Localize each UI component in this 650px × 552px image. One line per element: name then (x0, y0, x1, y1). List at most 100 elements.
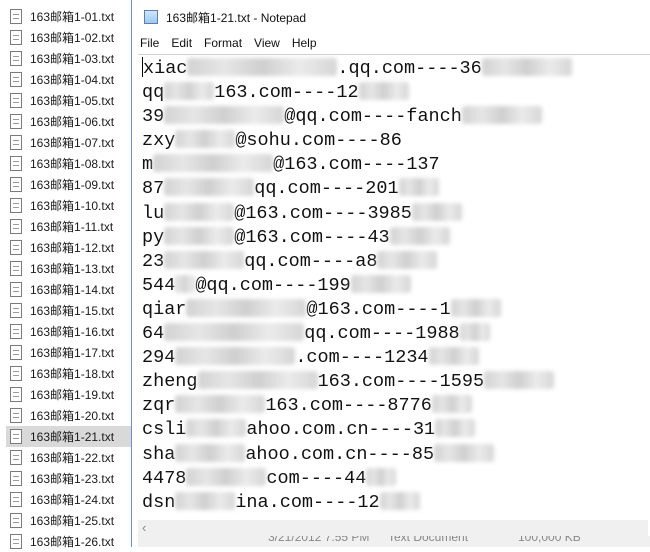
text-file-icon (10, 9, 22, 24)
menu-edit[interactable]: Edit (165, 36, 198, 50)
line-suffix: qq.com----a8 (244, 250, 378, 272)
text-file-icon (10, 93, 22, 108)
file-name: 163邮箱1-24.txt (30, 493, 115, 507)
redacted-text (350, 274, 411, 293)
file-item[interactable]: 163邮箱1-13.txt (6, 258, 132, 279)
redacted-text (435, 419, 476, 438)
redacted-text (389, 226, 450, 245)
text-file-icon (10, 135, 22, 150)
file-item[interactable]: 163邮箱1-08.txt (6, 153, 132, 174)
file-name: 163邮箱1-16.txt (30, 325, 115, 339)
file-item[interactable]: 163邮箱1-03.txt (6, 48, 132, 69)
file-item[interactable]: 163邮箱1-11.txt (6, 216, 132, 237)
notepad-window: 163邮箱1-21.txt - Notepad File Edit Format… (131, 0, 650, 547)
text-line: zxy @sohu.com----86 (138, 129, 650, 153)
redacted-text (175, 395, 266, 414)
file-item[interactable]: 163邮箱1-12.txt (6, 237, 132, 258)
file-item[interactable]: 163邮箱1-18.txt (6, 363, 132, 384)
file-item[interactable]: 163邮箱1-01.txt (6, 6, 132, 27)
file-item[interactable]: 163邮箱1-23.txt (6, 468, 132, 489)
file-name: 163邮箱1-10.txt (30, 199, 115, 213)
status-date: 3/21/2012 7:55 PM (268, 536, 370, 544)
window-title: 163邮箱1-21.txt - Notepad (166, 10, 307, 25)
line-suffix: .com----1234 (295, 347, 429, 369)
file-name: 163邮箱1-08.txt (30, 157, 115, 171)
file-item[interactable]: 163邮箱1-17.txt (6, 342, 132, 363)
line-prefix: 4478 (142, 467, 187, 489)
line-suffix: com----44 (266, 467, 367, 489)
file-item[interactable]: 163邮箱1-05.txt (6, 90, 132, 111)
line-prefix: m (142, 154, 154, 176)
menu-help[interactable]: Help (286, 36, 323, 50)
line-suffix: @qq.com----199 (195, 274, 351, 296)
line-suffix: ahoo.com.cn----85 (245, 443, 435, 465)
text-line: qq 163.com----12 (138, 81, 650, 105)
text-line: sha ahoo.com.cn----85 (138, 443, 650, 467)
file-item[interactable]: 163邮箱1-24.txt (6, 489, 132, 510)
file-item[interactable]: 163邮箱1-21.txt (6, 426, 132, 447)
text-file-icon (10, 282, 22, 297)
redacted-text (164, 202, 235, 221)
file-item[interactable]: 163邮箱1-10.txt (6, 195, 132, 216)
redacted-text (164, 178, 255, 197)
text-editor[interactable]: xiac .qq.com----36 qq 163.com----12 39 @qq.co… (138, 54, 650, 526)
file-name: 163邮箱1-01.txt (30, 10, 115, 24)
file-name: 163邮箱1-14.txt (30, 283, 115, 297)
file-item[interactable]: 163邮箱1-20.txt (6, 405, 132, 426)
status-type: Text Document (388, 536, 469, 544)
file-name: 163邮箱1-18.txt (30, 367, 115, 381)
file-item[interactable]: 163邮箱1-25.txt (6, 510, 132, 531)
file-item[interactable]: 163邮箱1-14.txt (6, 279, 132, 300)
line-suffix: @sohu.com----86 (235, 130, 402, 152)
redacted-text (153, 154, 274, 173)
text-file-icon (10, 177, 22, 192)
redacted-text (186, 298, 307, 317)
menu-view[interactable]: View (248, 36, 286, 50)
text-file-icon (10, 156, 22, 171)
file-item[interactable]: 163邮箱1-09.txt (6, 174, 132, 195)
file-item[interactable]: 163邮箱1-16.txt (6, 321, 132, 342)
redacted-text (197, 371, 318, 390)
text-file-icon (10, 51, 22, 66)
text-line: 64 qq.com----1988 (138, 322, 650, 346)
file-item[interactable]: 163邮箱1-15.txt (6, 300, 132, 321)
line-prefix: qq (142, 82, 165, 104)
file-item[interactable]: 163邮箱1-07.txt (6, 132, 132, 153)
text-file-icon (10, 303, 22, 318)
redacted-text (461, 106, 542, 125)
file-name: 163邮箱1-04.txt (30, 73, 115, 87)
line-suffix: @163.com----137 (273, 154, 440, 176)
status-strip: 3/21/2012 7:55 PM Text Document 100,000 … (138, 536, 650, 547)
file-item[interactable]: 163邮箱1-19.txt (6, 384, 132, 405)
scroll-left-icon[interactable]: ‹ (142, 520, 146, 535)
menu-format[interactable]: Format (198, 36, 248, 50)
text-line: 87 qq.com----201 (138, 177, 650, 201)
line-prefix: csli (142, 419, 187, 441)
file-item[interactable]: 163邮箱1-04.txt (6, 69, 132, 90)
file-item[interactable]: 163邮箱1-02.txt (6, 27, 132, 48)
line-prefix: xiac (143, 58, 188, 79)
text-line: 294 .com----1234 (138, 346, 650, 370)
file-item[interactable]: 163邮箱1-22.txt (6, 447, 132, 468)
line-suffix: ahoo.com.cn----31 (246, 419, 436, 441)
text-file-icon (10, 366, 22, 381)
line-prefix: 87 (142, 178, 165, 200)
line-suffix: @qq.com----fanch (284, 106, 462, 128)
file-item[interactable]: 163邮箱1-26.txt (6, 531, 132, 552)
horizontal-scrollbar[interactable]: ‹ (138, 520, 648, 536)
line-suffix: .qq.com----36 (337, 58, 482, 79)
text-file-icon (10, 261, 22, 276)
text-file-icon (10, 30, 22, 45)
text-line: 39 @qq.com----fanch (138, 105, 650, 129)
file-item[interactable]: 163邮箱1-06.txt (6, 111, 132, 132)
menu-file[interactable]: File (134, 36, 165, 50)
text-file-icon (10, 492, 22, 507)
redacted-text (175, 347, 296, 366)
file-name: 163邮箱1-21.txt (30, 430, 115, 444)
file-name: 163邮箱1-11.txt (30, 220, 114, 234)
file-name: 163邮箱1-06.txt (30, 115, 115, 129)
file-name: 163邮箱1-20.txt (30, 409, 115, 423)
line-suffix: @163.com----43 (234, 226, 390, 248)
text-file-icon (10, 219, 22, 234)
text-line: 23 qq.com----a8 (138, 250, 650, 274)
